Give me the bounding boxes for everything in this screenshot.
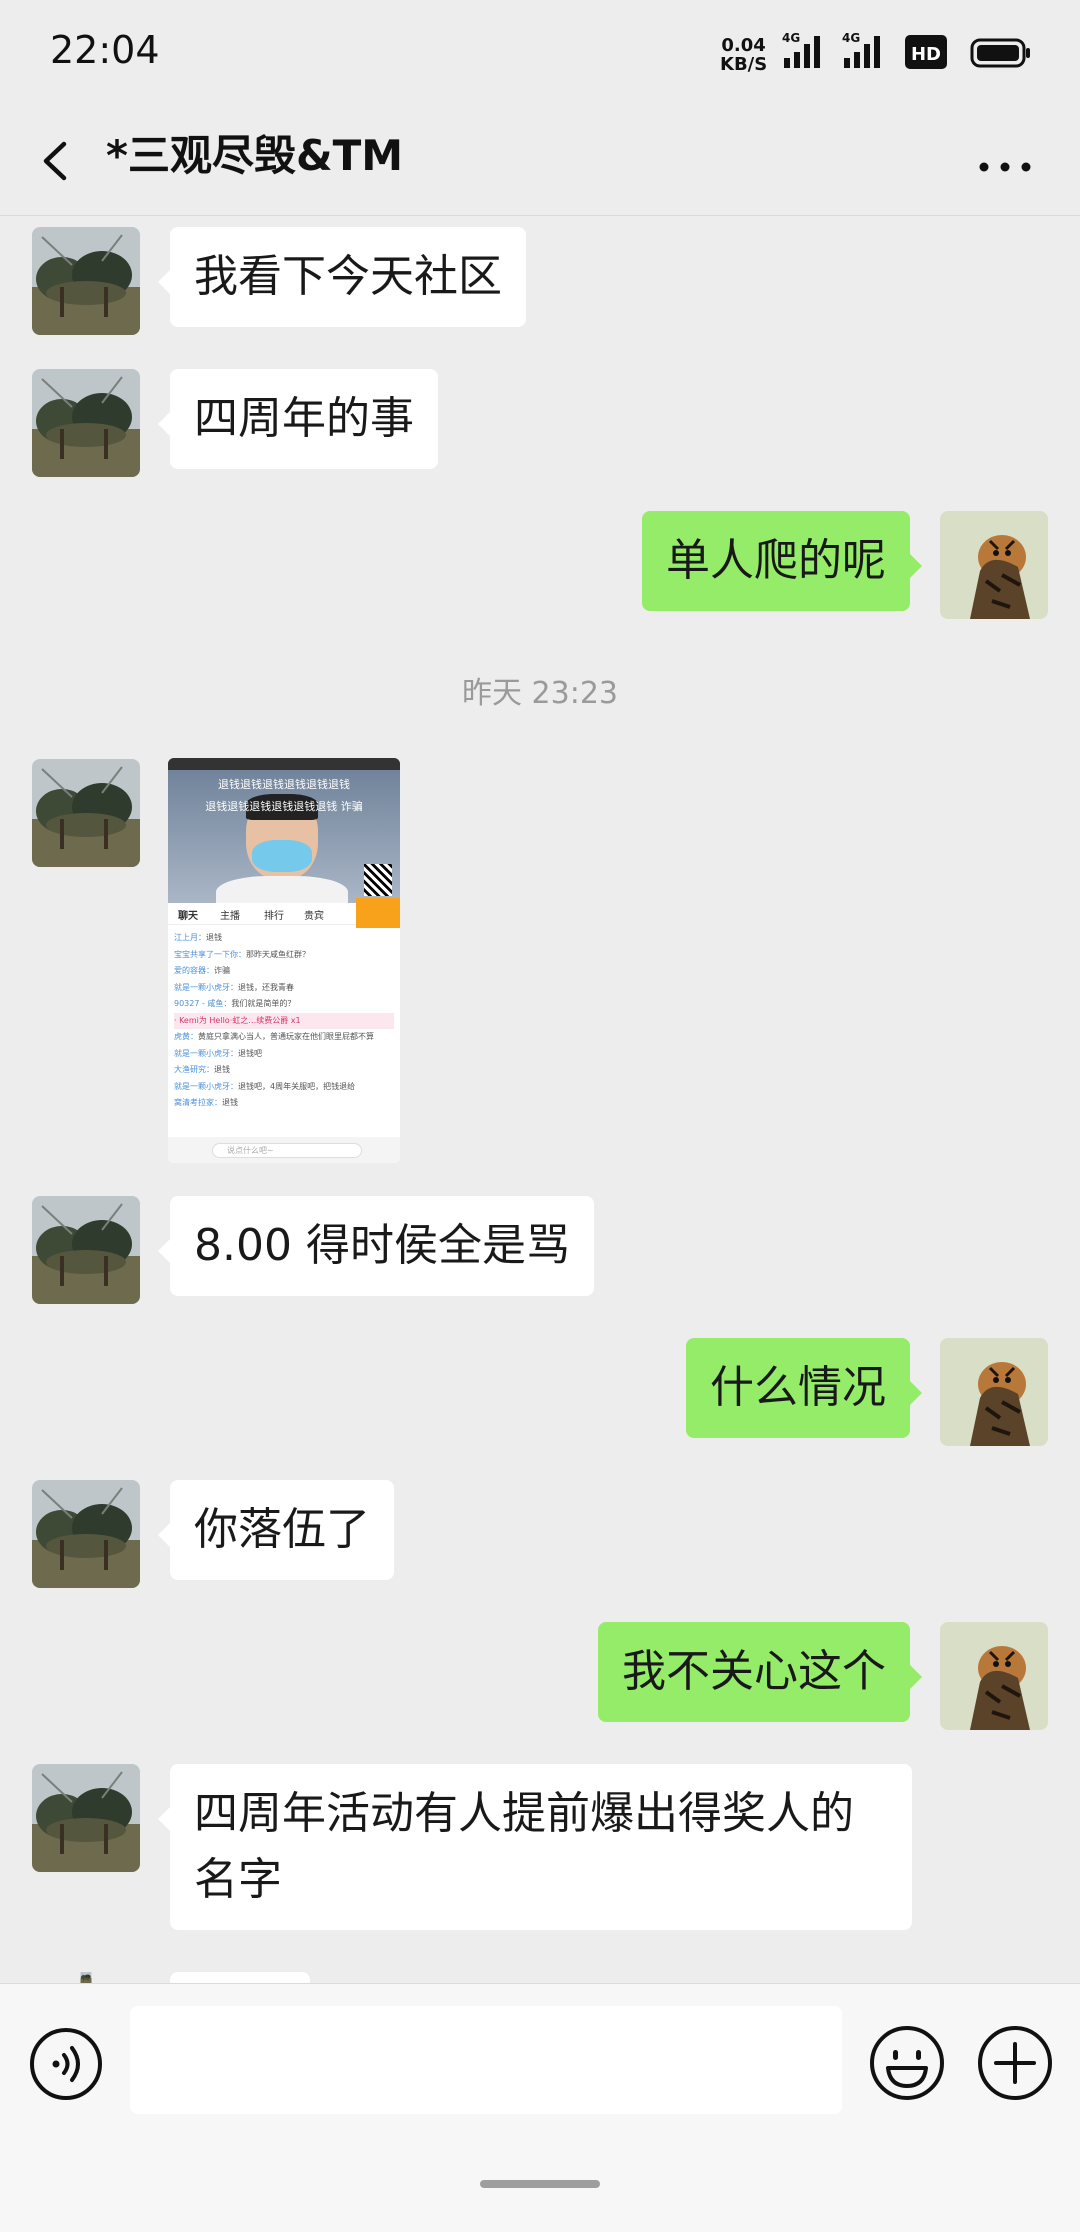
avatar [32,1972,140,1983]
input-bar [0,1983,1080,2232]
back-icon[interactable] [32,126,82,196]
chat-line: 爱的容器：诈骗 [174,966,230,975]
avatar[interactable] [32,1480,140,1588]
emoji-icon[interactable] [868,2024,946,2102]
chat-title: *三观尽毁&TM [106,131,404,180]
chat-line: 窝清考拉家：退钱 [174,1098,238,1107]
danmaku-overlay: 退钱退钱退钱退钱退钱退钱 退钱退钱退钱退钱退钱退钱 诈骗 [205,778,363,813]
message-bubble[interactable]: 你落伍了 [158,1480,394,1580]
chat-line: 江上月：退钱 [174,933,222,942]
avatar[interactable] [32,369,140,477]
chat-line: 就是一颗小虎牙：退钱吧，4周年关服吧，把钱退给 [174,1081,356,1091]
plus-icon[interactable] [976,2024,1054,2102]
signal-icon: 4G [842,31,880,68]
chat-line: 90327 - 咸鱼：我们就是简单的？ [174,999,296,1008]
avatar[interactable] [32,1196,140,1304]
network-speed: 0.04 KB/S [720,35,768,75]
svg-text:4G: 4G [782,31,800,45]
avatar[interactable] [32,759,140,867]
message-timestamp: 昨天 23:23 [462,676,618,711]
avatar[interactable] [32,227,140,335]
status-time: 22:04 [50,28,160,72]
message-bubble [170,1972,310,1983]
chat-line: 虎黄：黄庭只拿满心当人，普通玩家在他们眼里屁都不算 [174,1032,374,1041]
message-bubble[interactable]: 四周年活动有人提前爆出得奖人的名字 [158,1764,912,1930]
screenshot-chat: 江上月：退钱 宝宝共享了一下你：那昨天咸鱼红群？ 爱的容器：诈骗 就是一颗小虎牙… [174,930,394,1112]
chat-line: 大渔研究：退钱 [174,1065,230,1074]
chat-header: *三观尽毁&TM [0,108,1080,216]
avatar[interactable] [940,1622,1048,1730]
avatar[interactable] [32,1764,140,1872]
signal-icon: 4G [782,31,820,68]
message-input[interactable] [130,2006,842,2114]
svg-text:HD: HD [911,44,941,65]
battery-icon [970,38,1030,68]
message-bubble[interactable]: 8.00 得时侯全是骂 [158,1196,594,1296]
more-icon[interactable] [970,126,1040,196]
chat-line: 就是一颗小虎牙：退钱吧 [174,1048,262,1058]
screenshot-status-bar [168,758,400,770]
message-bubble[interactable]: 单人爬的呢 [642,511,922,611]
message-bubble[interactable]: 我看下今天社区 [158,227,526,327]
status-bar: 22:04 0.04 KB/S 4G 4G HD [0,0,1080,108]
screenshot-badge [356,898,400,928]
avatar[interactable] [940,1338,1048,1446]
svg-text:4G: 4G [842,31,860,45]
image-message[interactable]: 退钱退钱退钱退钱退钱退钱 退钱退钱退钱退钱退钱退钱 诈骗 聊天 主播 排行 贵宾… [168,758,400,1163]
message-bubble[interactable]: 我不关心这个 [598,1622,922,1722]
qr-code [364,864,392,896]
face-mask [252,840,312,872]
message-bubble[interactable]: 什么情况 [686,1338,922,1438]
screenshot-input-bar: 说点什么吧~ [168,1137,400,1163]
chat-line: 就是一颗小虎牙：退钱，还我青春 [174,982,294,992]
chat-line: 宝宝共享了一下你：那昨天咸鱼红群？ [174,949,310,959]
voice-icon[interactable] [28,2026,104,2102]
message-bubble[interactable]: 四周年的事 [158,369,438,469]
hd-voice-icon: HD [905,35,947,69]
chat-line: · Kemi为 Hello·虹之…续费公爵 x1 [174,1012,394,1029]
home-indicator[interactable] [480,2180,600,2188]
avatar[interactable] [940,511,1048,619]
